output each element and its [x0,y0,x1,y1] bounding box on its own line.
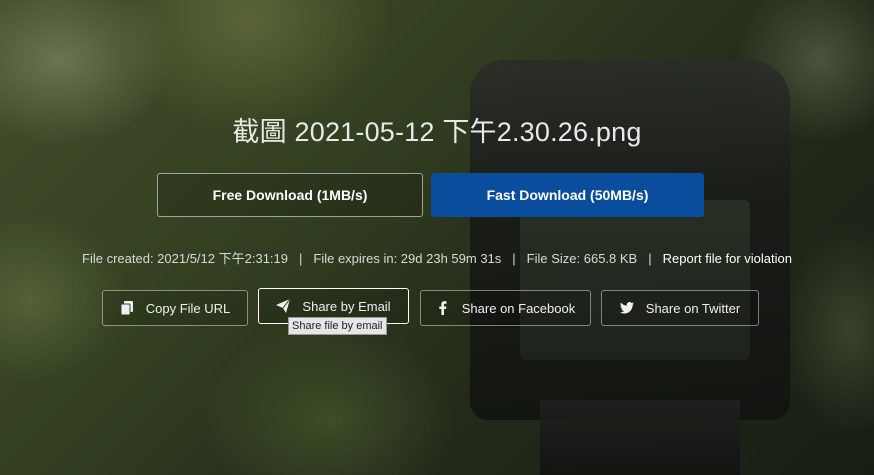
file-created: File created: 2021/5/12 下午2:31:19 [82,251,288,266]
copy-icon [120,301,134,315]
copy-url-label: Copy File URL [145,300,231,316]
twitter-icon [619,301,634,315]
report-violation-link[interactable]: Report file for violation [663,251,792,266]
background-overlay [0,0,874,475]
share-twitter-button[interactable]: Share on Twitter [601,290,759,326]
file-size: File Size: 665.8 KB [526,251,638,266]
share-email-tooltip: Share file by email [288,317,387,335]
separator: | [299,251,303,266]
file-title: 截圖 2021-05-12 下午2.30.26.png [232,117,642,147]
separator: | [512,251,516,266]
share-twitter-label: Share on Twitter [645,300,741,316]
share-facebook-button[interactable]: Share on Facebook [420,290,591,326]
separator: | [648,251,652,266]
copy-url-button[interactable]: Copy File URL [102,290,248,326]
free-download-button[interactable]: Free Download (1MB/s) [157,173,423,217]
paper-plane-icon [276,299,291,313]
file-info-bar: File created: 2021/5/12 下午2:31:19 | File e… [0,248,874,267]
file-expires: File expires in: 29d 23h 59m 31s [313,251,502,266]
share-email-label: Share by Email [302,298,391,314]
facebook-icon [436,301,450,315]
share-facebook-label: Share on Facebook [461,300,576,316]
fast-download-button[interactable]: Fast Download (50MB/s) [431,173,704,217]
